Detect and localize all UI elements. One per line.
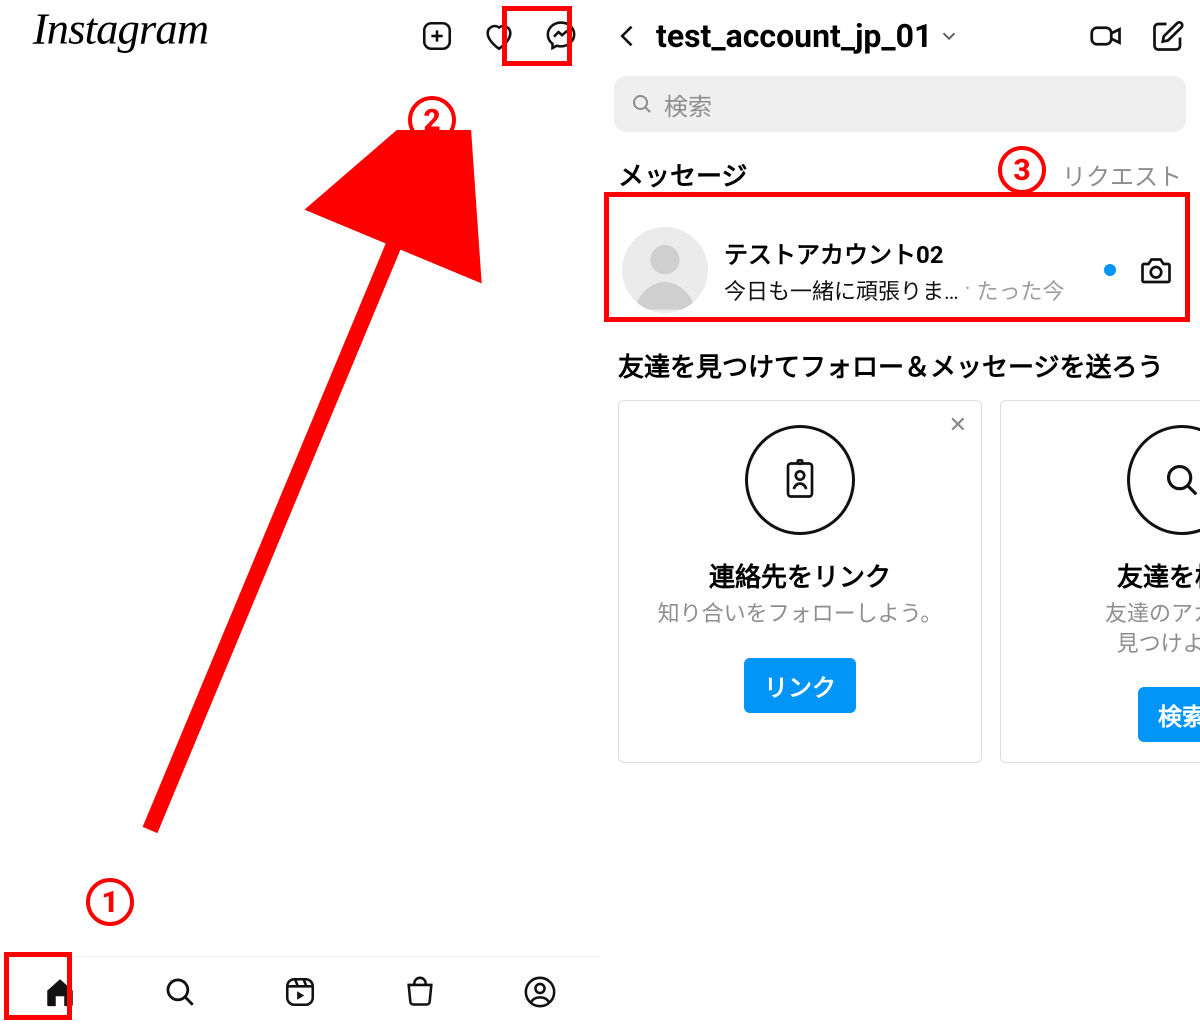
- conversation-time: たった今: [976, 274, 1064, 306]
- dm-search-input[interactable]: 検索: [614, 76, 1186, 132]
- video-call-icon[interactable]: [1088, 18, 1124, 54]
- conversation-name: テストアカウント02: [724, 235, 1084, 270]
- conversation-snippet: 今日も一緒に頑張りま…: [724, 274, 959, 306]
- unread-dot-icon: [1104, 264, 1116, 276]
- search-icon[interactable]: [160, 972, 200, 1012]
- profile-icon[interactable]: [520, 972, 560, 1012]
- card-search-friends: 友達を検索 友達のアカウン 見つけよう。 検索: [1000, 400, 1200, 763]
- search-placeholder: 検索: [664, 87, 712, 122]
- shop-icon[interactable]: [400, 972, 440, 1012]
- card-search-title: 友達を検索: [1117, 557, 1200, 594]
- reels-icon[interactable]: [280, 972, 320, 1012]
- account-switcher[interactable]: test_account_jp_01: [656, 17, 1006, 55]
- requests-link[interactable]: リクエスト: [1062, 157, 1182, 192]
- camera-icon[interactable]: [1138, 252, 1174, 288]
- close-icon[interactable]: ✕: [949, 413, 967, 438]
- bottom-nav: [0, 956, 600, 1026]
- avatar-icon: [622, 227, 708, 313]
- card-search-subtitle: 友達のアカウン 見つけよう。: [1105, 600, 1200, 659]
- card-link-contacts: ✕ 連絡先をリンク 知り合いをフォローしよう。 リンク: [618, 400, 982, 763]
- compose-icon[interactable]: [1150, 18, 1186, 54]
- svg-text:Instagram: Instagram: [32, 6, 208, 54]
- back-chevron-icon[interactable]: [614, 22, 642, 50]
- conversation-item[interactable]: テストアカウント02 今日も一緒に頑張りま… · たった今: [612, 209, 1188, 331]
- suggestion-cards: ✕ 連絡先をリンク 知り合いをフォローしよう。 リンク 友達を検索 友達のアカウ…: [600, 400, 1200, 763]
- instagram-logo: Instagram: [12, 6, 222, 67]
- card-contacts-title: 連絡先をリンク: [709, 557, 891, 594]
- card-contacts-subtitle: 知り合いをフォローしよう。: [658, 600, 943, 630]
- link-contacts-button[interactable]: リンク: [744, 658, 856, 713]
- search-friends-button[interactable]: 検索: [1138, 687, 1200, 742]
- messenger-icon[interactable]: [544, 19, 578, 53]
- activity-heart-icon[interactable]: [482, 19, 516, 53]
- messages-title: メッセージ: [618, 156, 747, 193]
- ig-header: Instagram: [0, 0, 600, 72]
- account-name: test_account_jp_01: [656, 17, 932, 55]
- contacts-icon: [745, 425, 855, 535]
- dm-header: test_account_jp_01: [600, 0, 1200, 72]
- friends-suggestion-title: 友達を見つけてフォロー＆メッセージを送ろう: [600, 337, 1200, 400]
- chevron-down-icon: [938, 25, 960, 47]
- create-post-icon[interactable]: [420, 19, 454, 53]
- home-icon[interactable]: [40, 972, 80, 1012]
- dm-section-row: メッセージ リクエスト: [600, 150, 1200, 199]
- search-friends-icon: [1127, 425, 1200, 535]
